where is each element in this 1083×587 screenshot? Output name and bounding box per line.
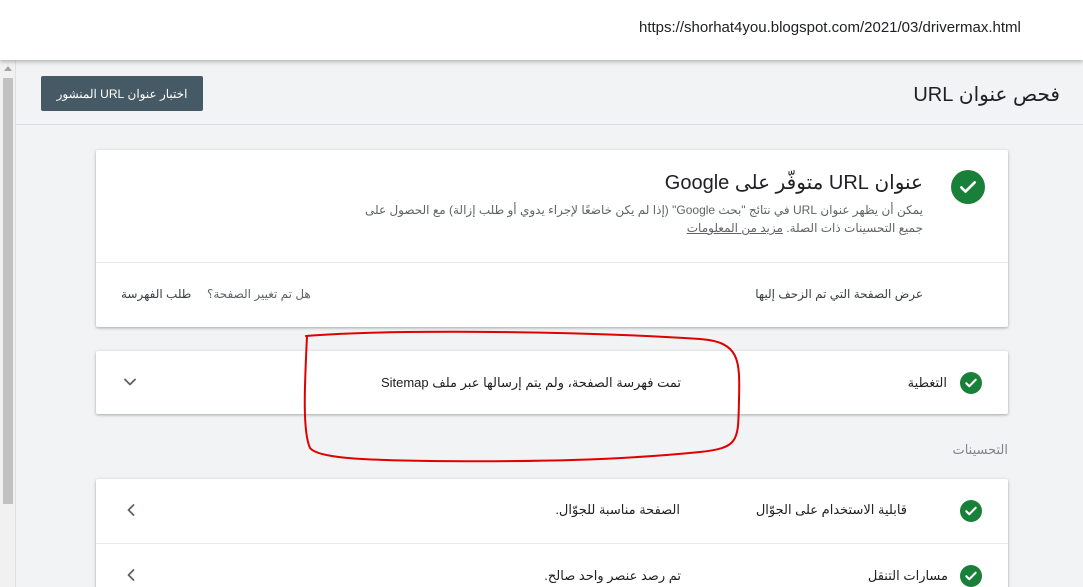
check-circle-icon <box>960 565 982 587</box>
page-title: فحص عنوان URL <box>913 84 1060 106</box>
page-changed-text: هل تم تغيير الصفحة؟ <box>207 287 311 301</box>
chevron-left-icon[interactable] <box>125 568 137 587</box>
test-live-url-button[interactable]: اختبار عنوان URL المنشور <box>41 76 203 111</box>
row-divider <box>96 543 1008 544</box>
check-circle-icon <box>960 500 982 522</box>
chevron-down-icon[interactable] <box>123 375 137 394</box>
coverage-value: تمت فهرسة الصفحة، ولم يتم إرسالها عبر مل… <box>380 375 681 390</box>
scrollbar[interactable] <box>0 60 16 587</box>
page-header: فحص عنوان URL اختبار عنوان URL المنشور <box>16 62 1083 125</box>
page-url: https://shorhat4you.blogspot.com/2021/03… <box>639 19 1021 36</box>
request-indexing-button[interactable]: طلب الفهرسة <box>121 287 191 301</box>
breadcrumbs-value: تم رصد عنصر واحد صالح. <box>544 568 681 583</box>
browser-url-bar: https://shorhat4you.blogspot.com/2021/03… <box>0 0 1083 60</box>
breadcrumbs-title: مسارات التنقل <box>867 568 948 583</box>
check-circle-icon <box>951 170 985 204</box>
coverage-row[interactable]: التغطية تمت فهرسة الصفحة، ولم يتم إرساله… <box>96 351 1008 414</box>
enhancements-label: التحسينات <box>952 442 1008 457</box>
status-description-text: يمكن أن يظهر عنوان URL في نتائج "بحث Goo… <box>364 203 923 235</box>
scroll-up-arrow-icon[interactable] <box>4 66 12 71</box>
coverage-title: التغطية <box>907 375 947 390</box>
url-status-card: عنوان URL متوفّر على Google يمكن أن يظهر… <box>96 150 1008 327</box>
mobile-usability-title: قابلية الاستخدام على الجوّال <box>755 502 907 517</box>
status-description: يمكن أن يظهر عنوان URL في نتائج "بحث Goo… <box>363 201 923 237</box>
check-circle-icon <box>960 372 982 394</box>
status-heading: عنوان URL متوفّر على Google <box>664 172 923 194</box>
enhancements-card: قابلية الاستخدام على الجوّال الصفحة مناس… <box>96 479 1008 587</box>
learn-more-link[interactable]: مزيد من المعلومات <box>687 221 783 235</box>
card-divider <box>96 262 1008 263</box>
view-crawled-page-link[interactable]: عرض الصفحة التي تم الزحف إليها <box>755 287 923 301</box>
scrollbar-thumb[interactable] <box>3 78 13 504</box>
mobile-usability-value: الصفحة مناسبة للجوّال. <box>555 502 680 517</box>
chevron-left-icon[interactable] <box>125 503 137 522</box>
